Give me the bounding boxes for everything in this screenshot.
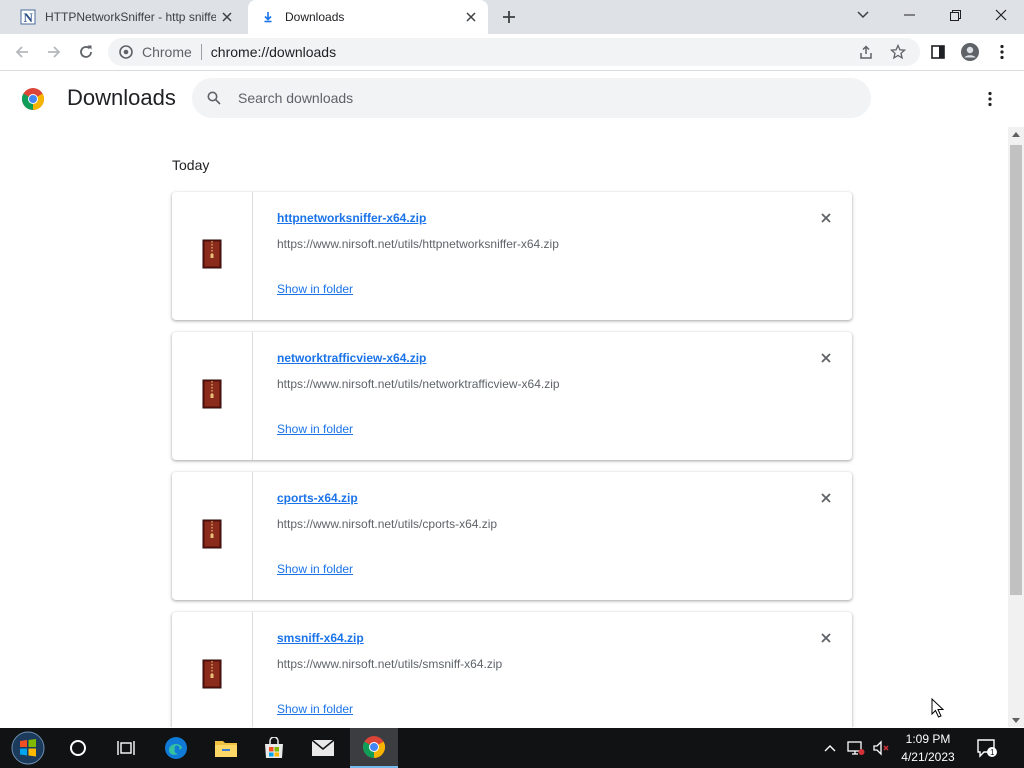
tab-downloads[interactable]: Downloads [248,0,488,34]
downloads-list: Today httpnetworksniffer-x64.zip https:/… [0,127,1008,727]
show-in-folder-link[interactable]: Show in folder [277,702,353,716]
show-in-folder-link[interactable]: Show in folder [277,562,353,576]
clock-time: 1:09 PM [905,732,951,746]
tab-httpnetworksniffer[interactable]: N HTTPNetworkSniffer - http sniffer [8,0,244,34]
show-in-folder-link[interactable]: Show in folder [277,282,353,296]
file-icon-column [172,612,253,727]
downloads-menu-icon[interactable] [978,87,1002,111]
cortana-icon[interactable] [54,728,102,768]
file-source-url[interactable]: https://www.nirsoft.net/utils/cports-x64… [277,517,497,531]
tab-strip: N HTTPNetworkSniffer - http sniffer Down… [0,0,1024,34]
search-downloads[interactable] [192,78,871,118]
reload-icon[interactable] [72,38,100,66]
remove-item-close-icon[interactable] [816,628,836,648]
scroll-up-arrow-icon[interactable] [1008,127,1024,141]
file-source-url[interactable]: https://www.nirsoft.net/utils/smsniff-x6… [277,657,502,671]
chrome-site-icon [118,44,134,60]
chrome-taskbar-icon[interactable] [350,728,398,768]
svg-text:N: N [24,10,34,25]
file-source-url[interactable]: https://www.nirsoft.net/utils/networktra… [277,377,560,391]
browser-toolbar: Chrome chrome://downloads [0,34,1024,71]
new-tab-icon[interactable] [496,5,522,29]
remove-item-close-icon[interactable] [816,208,836,228]
remove-item-close-icon[interactable] [816,488,836,508]
mail-icon[interactable] [299,728,347,768]
url-text[interactable]: chrome://downloads [211,44,336,60]
tab-title: HTTPNetworkSniffer - http sniffer [45,10,216,24]
search-input[interactable] [236,89,840,107]
store-icon[interactable] [250,728,298,768]
download-item: httpnetworksniffer-x64.zip https://www.n… [172,192,852,320]
tab-close-icon[interactable] [460,6,482,28]
browser-menu-icon[interactable] [988,38,1016,66]
zip-archive-icon [202,519,222,554]
file-name-link[interactable]: networktrafficview-x64.zip [277,351,426,365]
file-source-url[interactable]: https://www.nirsoft.net/utils/httpnetwor… [277,237,559,251]
show-in-folder-link[interactable]: Show in folder [277,422,353,436]
nirsoft-favicon-icon: N [20,9,36,25]
tab-title: Downloads [285,10,345,24]
download-item: networktrafficview-x64.zip https://www.n… [172,332,852,460]
page-scrollbar[interactable] [1008,127,1024,727]
chrome-logo-icon [21,87,45,111]
restore-icon[interactable] [932,0,978,30]
tab-close-icon[interactable] [216,6,238,28]
file-name-link[interactable]: smsniff-x64.zip [277,631,364,645]
profile-avatar-icon[interactable] [956,38,984,66]
download-item: cports-x64.zip https://www.nirsoft.net/u… [172,472,852,600]
file-icon-column [172,332,253,460]
windows-taskbar: 1:09 PM 4/21/2023 1 [0,728,1024,768]
task-view-icon[interactable] [102,728,150,768]
scrollbar-thumb[interactable] [1010,145,1022,595]
address-bar[interactable]: Chrome chrome://downloads [108,38,920,66]
downloads-header: Downloads [0,71,1024,127]
zip-archive-icon [202,659,222,694]
notification-count: 1 [990,748,995,757]
download-item: smsniff-x64.zip https://www.nirsoft.net/… [172,612,852,727]
forward-icon[interactable] [40,38,68,66]
file-name-link[interactable]: httpnetworksniffer-x64.zip [277,211,426,225]
edge-icon[interactable] [152,728,200,768]
download-icon [260,9,276,25]
page-title: Downloads [67,85,176,110]
back-icon[interactable] [8,38,36,66]
file-name-link[interactable]: cports-x64.zip [277,491,358,505]
scroll-down-arrow-icon[interactable] [1008,713,1024,727]
omnibox-separator [200,44,202,60]
zip-archive-icon [202,239,222,274]
zip-archive-icon [202,379,222,414]
site-label: Chrome [142,44,192,60]
bookmark-star-icon[interactable] [884,38,912,66]
show-hidden-icons-chevron-icon[interactable] [820,728,840,768]
system-clock[interactable]: 1:09 PM 4/21/2023 [893,730,963,766]
close-window-icon[interactable] [978,0,1024,30]
share-icon[interactable] [852,38,880,66]
side-panel-icon[interactable] [924,38,952,66]
remove-item-close-icon[interactable] [816,348,836,368]
start-icon[interactable] [4,728,52,768]
action-center-icon[interactable]: 1 [974,728,1000,768]
volume-muted-icon[interactable] [869,728,893,768]
minimize-icon[interactable] [886,0,932,30]
file-explorer-icon[interactable] [202,728,250,768]
clock-date: 4/21/2023 [901,750,955,764]
search-icon [204,88,224,108]
date-group-label: Today [172,157,210,173]
network-icon[interactable] [844,728,868,768]
mouse-pointer-icon [931,697,945,723]
tab-search-chevron-icon[interactable] [840,0,886,30]
file-icon-column [172,472,253,600]
file-icon-column [172,192,253,320]
